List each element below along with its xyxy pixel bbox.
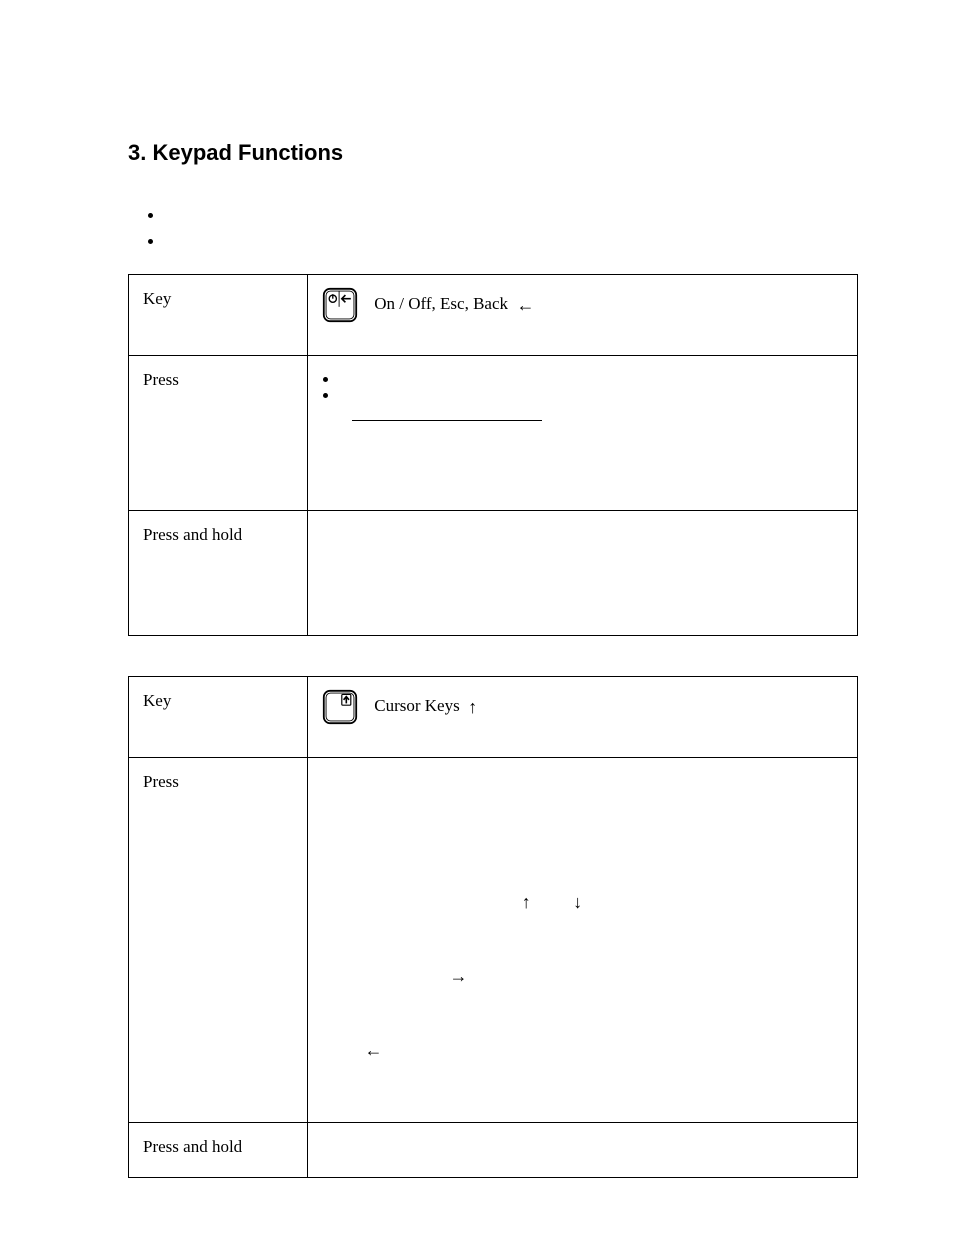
t1-key-text: On / Off, Esc, Back ← xyxy=(374,294,534,313)
left-arrow-icon-2: ← xyxy=(365,1041,383,1059)
t1-press-bullet-2 xyxy=(340,384,843,398)
key-table-2: Key Cursor Keys ↑ Press xyxy=(128,676,858,1178)
t1-press-rest xyxy=(322,429,843,489)
t1-press-cell xyxy=(308,356,858,511)
cursor-key-icon xyxy=(322,689,358,725)
section-heading: 3. Keypad Functions xyxy=(128,140,864,166)
t2-press-cell: ↑ ↓ → ← xyxy=(308,758,858,1123)
t1-underline xyxy=(352,406,542,421)
intro-bullet-2 xyxy=(165,232,864,244)
t1-press-bullets xyxy=(340,368,843,398)
t2-press-line3: ← xyxy=(322,1036,843,1061)
t2-hold-cell xyxy=(308,1123,858,1178)
t2-key-text: Cursor Keys ↑ xyxy=(374,696,477,715)
t1-key-label: Key xyxy=(129,275,308,356)
t2-press-line2: → xyxy=(322,962,843,987)
t1-hold-cell xyxy=(308,511,858,636)
up-arrow-icon-2: ↑ xyxy=(522,893,531,911)
key-table-1: Key xyxy=(128,274,858,636)
t2-key-label: Key xyxy=(129,677,308,758)
t1-hold-label: Press and hold xyxy=(129,511,308,636)
right-arrow-icon: → xyxy=(450,967,468,985)
down-arrow-icon: ↓ xyxy=(573,893,582,911)
intro-bullet-list xyxy=(165,206,864,244)
t2-key-cell: Cursor Keys ↑ xyxy=(308,677,858,758)
left-arrow-icon: ← xyxy=(517,296,535,314)
t2-hold-label: Press and hold xyxy=(129,1123,308,1178)
up-arrow-icon: ↑ xyxy=(468,698,477,716)
t1-press-bullet-1 xyxy=(340,368,843,382)
t2-press-line1: ↑ ↓ xyxy=(322,889,843,914)
t1-press-label: Press xyxy=(129,356,308,511)
t1-key-cell: On / Off, Esc, Back ← xyxy=(308,275,858,356)
t2-press-label: Press xyxy=(129,758,308,1123)
power-back-key-icon xyxy=(322,287,358,323)
intro-bullet-1 xyxy=(165,206,864,218)
